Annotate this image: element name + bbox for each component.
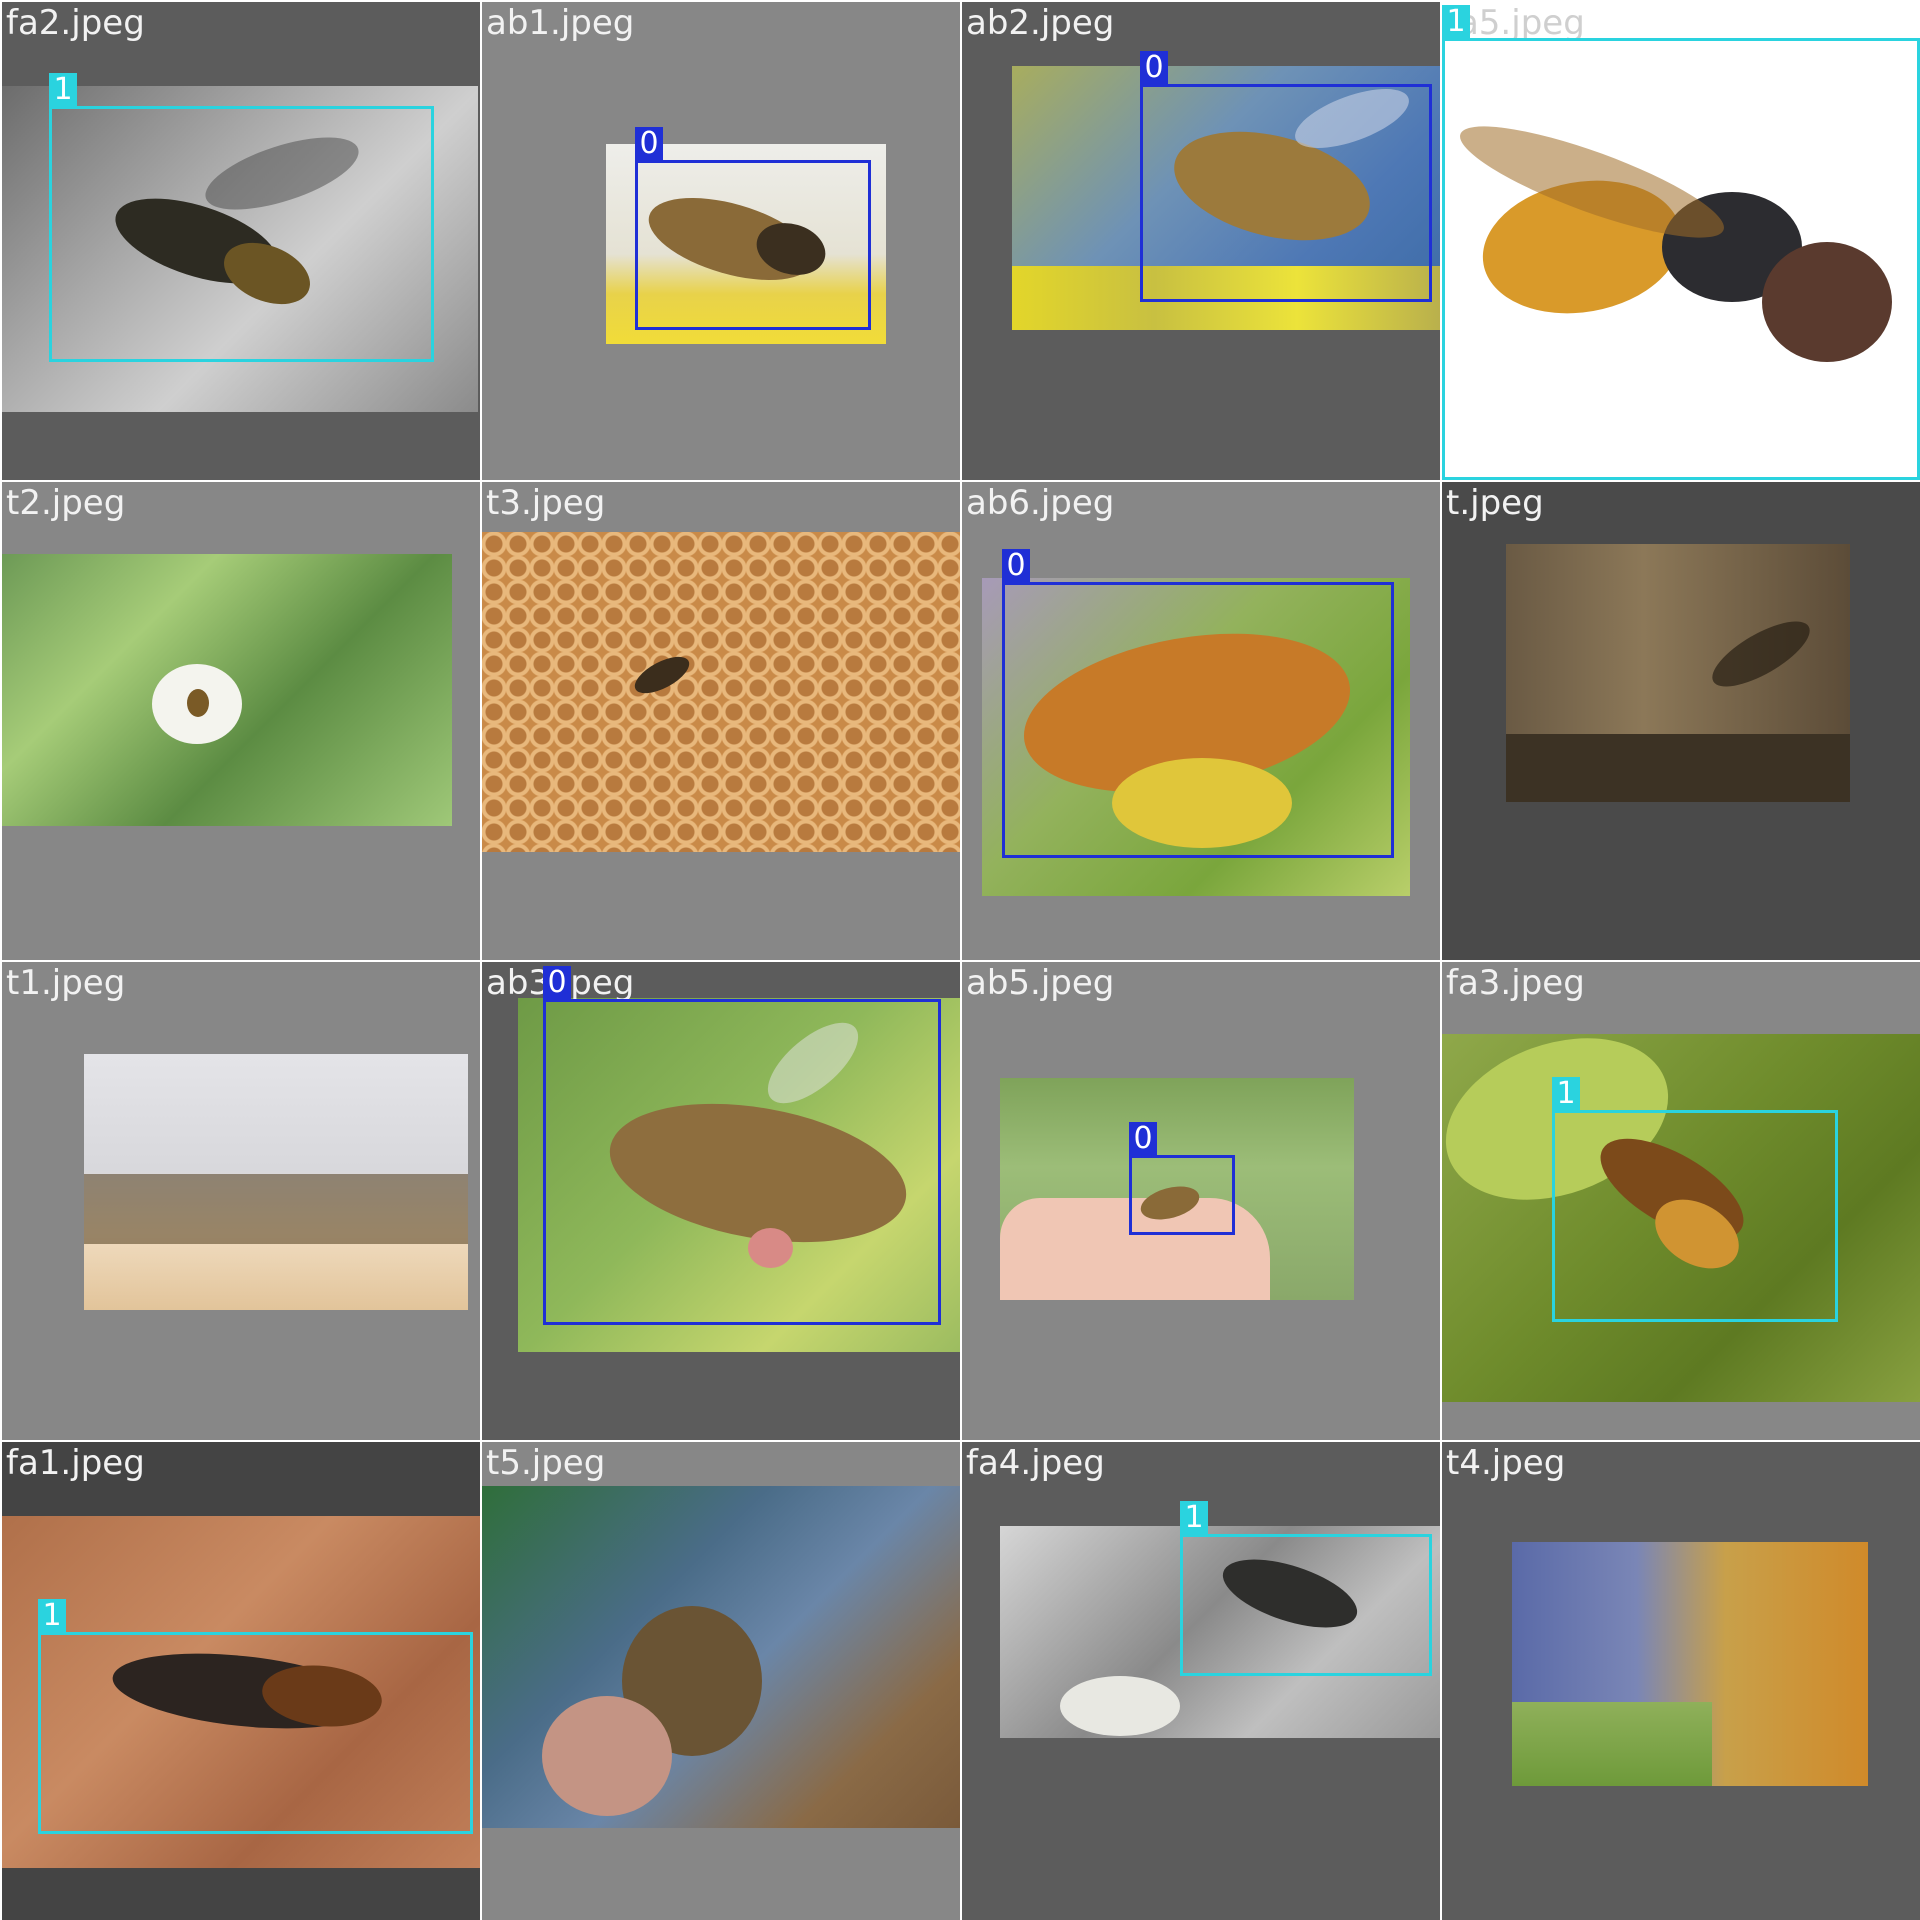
filename-label: fa2.jpeg [6, 3, 145, 43]
bounding-box: 1 [49, 73, 434, 362]
tile-ab3[interactable]: ab3.jpeg 0 [482, 962, 960, 1440]
filename-label: ab6.jpeg [966, 483, 1115, 523]
tile-t3[interactable]: t3.jpeg [482, 482, 960, 960]
tile-t1[interactable]: t1.jpeg [2, 962, 480, 1440]
class-label: 1 [1180, 1501, 1208, 1535]
image-grid: fa2.jpeg 1 ab1.jpeg 0 ab2.jpeg 0 fa5.jpe… [0, 0, 1920, 1920]
bounding-box: 0 [1002, 549, 1394, 858]
bounding-box: 0 [635, 127, 871, 330]
tile-fa2[interactable]: fa2.jpeg 1 [2, 2, 480, 480]
filename-label: t4.jpeg [1446, 1443, 1566, 1483]
tile-t4[interactable]: t4.jpeg [1442, 1442, 1920, 1920]
photo-bees-flying-to-hive [1512, 1542, 1868, 1786]
filename-label: t3.jpeg [486, 483, 606, 523]
tile-t2[interactable]: t2.jpeg [2, 482, 480, 960]
tile-t5[interactable]: t5.jpeg [482, 1442, 960, 1920]
bounding-box: 0 [1140, 51, 1432, 302]
tile-ab1[interactable]: ab1.jpeg 0 [482, 2, 960, 480]
filename-label: t5.jpeg [486, 1443, 606, 1483]
filename-label: ab1.jpeg [486, 3, 635, 43]
class-label: 0 [1140, 51, 1168, 85]
filename-label: fa4.jpeg [966, 1443, 1105, 1483]
bounding-box: 0 [543, 966, 941, 1325]
class-label: 1 [49, 73, 77, 107]
photo-honeycomb-with-bee [482, 532, 960, 852]
filename-label: t2.jpeg [6, 483, 126, 523]
tile-ab5[interactable]: ab5.jpeg 0 [962, 962, 1440, 1440]
bounding-box: 1 [1442, 5, 1920, 480]
photo-beekeeper-hand-with-bee-swarm [482, 1486, 960, 1828]
filename-label: fa1.jpeg [6, 1443, 145, 1483]
tile-ab2[interactable]: ab2.jpeg 0 [962, 2, 1440, 480]
tile-t[interactable]: t.jpeg [1442, 482, 1920, 960]
filename-label: ab2.jpeg [966, 3, 1115, 43]
class-label: 1 [1442, 5, 1470, 39]
filename-label: t.jpeg [1446, 483, 1544, 523]
photo-bee-on-white-flower-in-greenery [2, 554, 452, 826]
tile-fa3[interactable]: fa3.jpeg 1 [1442, 962, 1920, 1440]
tile-fa4[interactable]: fa4.jpeg 1 [962, 1442, 1440, 1920]
class-label: 0 [635, 127, 663, 161]
bounding-box: 1 [1180, 1501, 1432, 1676]
filename-label: ab5.jpeg [966, 963, 1115, 1003]
class-label: 1 [38, 1599, 66, 1633]
bounding-box: 0 [1129, 1122, 1235, 1235]
photo-bees-on-wooden-hive [1506, 544, 1850, 802]
tile-fa1[interactable]: fa1.jpeg 1 [2, 1442, 480, 1920]
filename-label: t1.jpeg [6, 963, 126, 1003]
bounding-box: 1 [1552, 1077, 1838, 1322]
class-label: 1 [1552, 1077, 1580, 1111]
filename-label: fa3.jpeg [1446, 963, 1585, 1003]
class-label: 0 [1129, 1122, 1157, 1156]
tile-fa5[interactable]: fa5.jpeg 1 [1442, 2, 1920, 480]
photo-bees-at-hive-entrance [84, 1054, 468, 1310]
bounding-box: 1 [38, 1599, 473, 1834]
class-label: 0 [1002, 549, 1030, 583]
class-label: 0 [543, 966, 571, 1000]
tile-ab6[interactable]: ab6.jpeg 0 [962, 482, 1440, 960]
